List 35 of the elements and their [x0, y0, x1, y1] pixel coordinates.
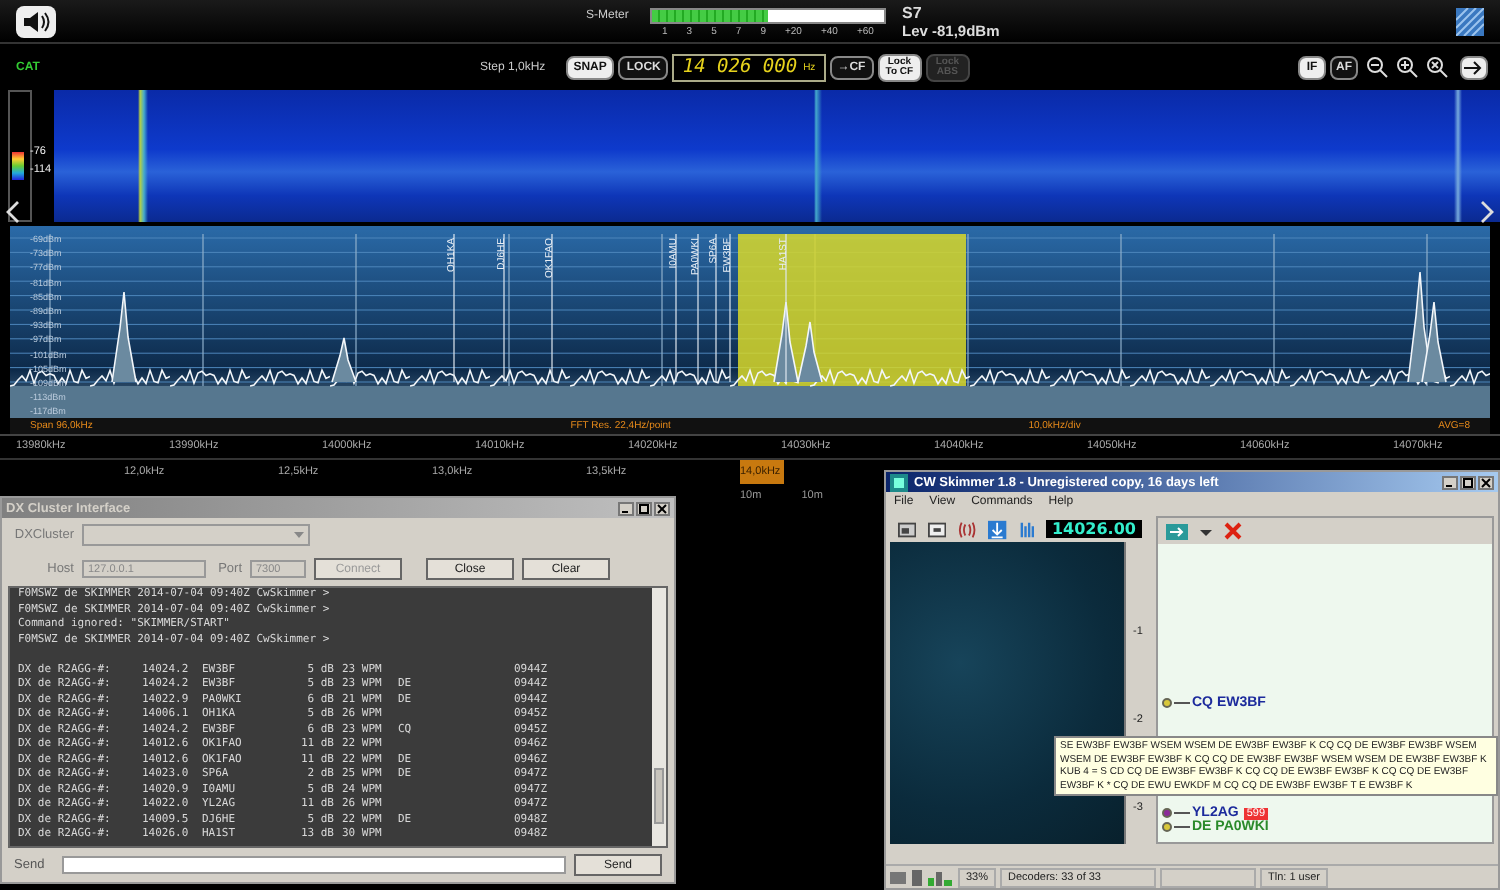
zoom-out-icon[interactable]: [1366, 56, 1388, 78]
delete-icon[interactable]: [1224, 522, 1242, 540]
app-icon: [890, 473, 908, 491]
scrollbar[interactable]: [652, 588, 666, 846]
maximize-icon: [1462, 477, 1474, 487]
dot-marker-icon: [1162, 698, 1172, 708]
chevron-right-icon[interactable]: [1480, 200, 1494, 224]
window-icon[interactable]: [928, 521, 947, 537]
right-arrow-icon: [1464, 59, 1484, 75]
arrow-button[interactable]: [1460, 55, 1488, 79]
download-icon[interactable]: [988, 519, 1008, 539]
status-icons-drawing: [890, 869, 954, 885]
level-color-scale: [12, 152, 24, 180]
zoom-fit-icon[interactable]: [1426, 56, 1448, 78]
image-icon[interactable]: [898, 521, 917, 537]
arrow-icon[interactable]: [1166, 523, 1188, 539]
zoom-in-icon[interactable]: [1396, 56, 1418, 78]
frequency-display[interactable]: 14026.00: [1045, 520, 1142, 538]
caret-icon[interactable]: [1200, 525, 1212, 537]
speaker-icon: [22, 9, 50, 33]
s-reading: S7: [902, 3, 924, 21]
send-field[interactable]: [62, 856, 566, 874]
chevron-left-icon[interactable]: [6, 200, 20, 224]
bars-icon[interactable]: [1019, 519, 1034, 539]
close-button[interactable]: [1478, 475, 1494, 489]
maximize-icon: [638, 503, 650, 513]
settings-icon[interactable]: [1456, 7, 1484, 35]
close-icon: [656, 503, 668, 513]
waves-icon[interactable]: [958, 519, 977, 539]
close-icon: [1480, 477, 1492, 487]
dot-marker-icon: [1162, 822, 1172, 832]
maximize-button[interactable]: [1460, 475, 1476, 489]
minimize-button[interactable]: [1442, 475, 1458, 489]
speaker-button[interactable]: [16, 5, 56, 37]
dot-marker-icon: [1162, 808, 1172, 818]
